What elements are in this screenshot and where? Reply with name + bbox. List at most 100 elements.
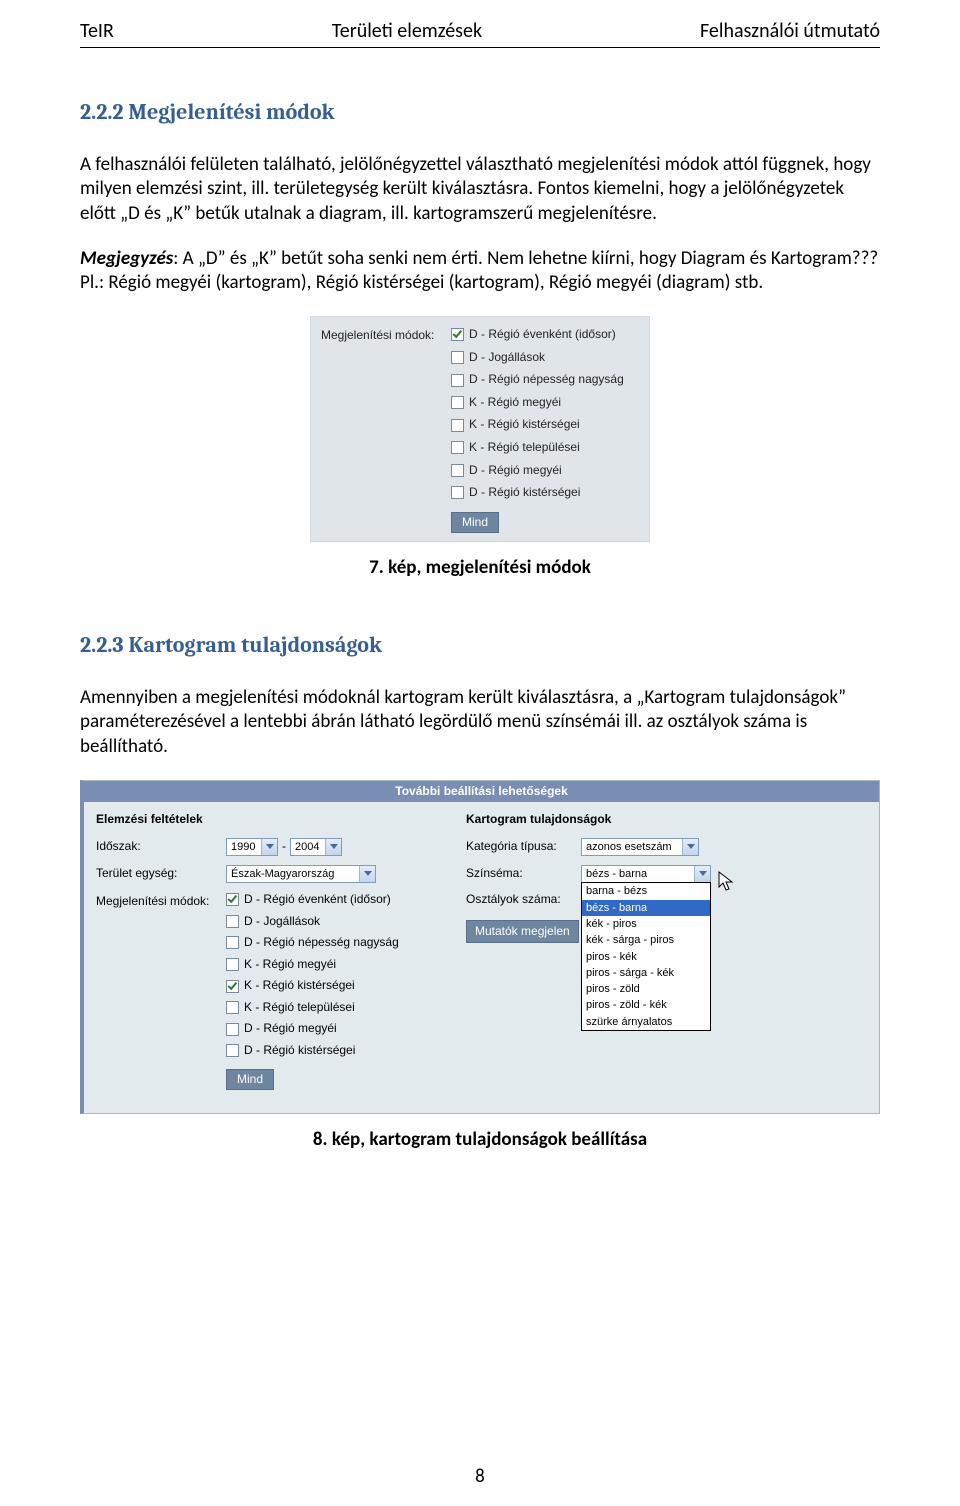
display-mode-option[interactable]: K - Régió megyéi: [451, 395, 643, 411]
area-value: Észak-Magyarország: [231, 867, 334, 881]
checkbox-icon: [226, 915, 239, 928]
period-to-select[interactable]: 2004: [290, 838, 342, 856]
para-kartogram: Amennyiben a megjelenítési módoknál kart…: [80, 686, 880, 760]
display-mode-option[interactable]: D - Régió népesség nagyság: [226, 935, 399, 951]
category-select[interactable]: azonos esetszám: [581, 838, 699, 856]
chevron-down-icon: [694, 866, 710, 882]
period-from-select[interactable]: 1990: [226, 838, 278, 856]
display-mode-option[interactable]: D - Régió kistérségei: [451, 485, 643, 501]
scheme-option[interactable]: barna - bézs: [582, 883, 710, 899]
page-header: TeIR Területi elemzések Felhasználói útm…: [80, 18, 880, 46]
display-mode-label: D - Régió kistérségei: [469, 485, 580, 501]
display-mode-option[interactable]: D - Régió népesség nagyság: [451, 372, 643, 388]
display-mode-option[interactable]: K - Régió megyéi: [226, 957, 399, 973]
show-indicators-button[interactable]: Mutatók megjelen: [466, 920, 579, 944]
scheme-dropdown-list[interactable]: barna - bézsbézs - barnakék - piroskék -…: [581, 882, 711, 1031]
comment-label: Megjegyzés: [80, 247, 173, 270]
chevron-down-icon: [261, 839, 277, 855]
scheme-label: Színséma:: [466, 866, 581, 882]
display-mode-label: K - Régió megyéi: [469, 395, 561, 411]
display-mode-option[interactable]: D - Régió megyéi: [226, 1021, 399, 1037]
display-mode-option[interactable]: K - Régió kistérségei: [451, 417, 643, 433]
select-all-button[interactable]: Mind: [451, 512, 499, 534]
checkbox-icon: [226, 1044, 239, 1057]
display-mode-option[interactable]: K - Régió kistérségei: [226, 978, 399, 994]
period-from-value: 1990: [231, 840, 255, 854]
modes-label: Megjelenítési módok:: [96, 892, 226, 910]
fig1-label: Megjelenítési módok:: [321, 327, 451, 344]
scheme-option[interactable]: kék - piros: [582, 916, 710, 932]
checkbox-icon: [226, 893, 239, 906]
header-divider: [80, 47, 880, 48]
figure2-caption: 8. kép, kartogram tulajdonságok beállítá…: [80, 1128, 880, 1153]
display-mode-label: K - Régió települései: [244, 1000, 355, 1016]
heading-2-2-2: 2.2.2 Megjelenítési módok: [80, 98, 880, 127]
display-mode-option[interactable]: D - Régió évenként (idősor): [451, 327, 643, 343]
display-mode-label: D - Régió népesség nagyság: [244, 935, 399, 951]
display-mode-option[interactable]: D - Jogállások: [451, 350, 643, 366]
figure-settings-panel: További beállítási lehetőségek Elemzési …: [80, 780, 880, 1115]
left-heading: Elemzési feltételek: [96, 812, 466, 828]
checkbox-icon: [451, 328, 464, 341]
figure1-caption: 7. kép, megjelenítési módok: [80, 556, 880, 581]
scheme-option[interactable]: szürke árnyalatos: [582, 1014, 710, 1030]
fig2-title: További beállítási lehetőségek: [84, 781, 879, 803]
area-label: Terület egység:: [96, 866, 226, 882]
checkbox-icon: [451, 351, 464, 364]
checkbox-icon: [451, 374, 464, 387]
para-display-modes: A felhasználói felületen található, jelö…: [80, 153, 880, 227]
figure-display-modes-panel: Megjelenítési módok: D - Régió évenként …: [310, 316, 650, 542]
scheme-option[interactable]: piros - zöld - kék: [582, 997, 710, 1013]
scheme-option[interactable]: bézs - barna: [582, 900, 710, 916]
checkbox-icon: [451, 464, 464, 477]
checkbox-icon: [451, 486, 464, 499]
display-mode-label: K - Régió megyéi: [244, 957, 336, 973]
period-label: Időszak:: [96, 839, 226, 855]
display-mode-label: D - Régió népesség nagyság: [469, 372, 624, 388]
scheme-option[interactable]: piros - kék: [582, 949, 710, 965]
display-mode-label: D - Régió megyéi: [244, 1021, 337, 1037]
page-number: 8: [0, 1465, 960, 1490]
select-all-button[interactable]: Mind: [226, 1069, 274, 1091]
checkbox-icon: [451, 396, 464, 409]
display-mode-label: K - Régió települései: [469, 440, 580, 456]
right-heading: Kartogram tulajdonságok: [466, 812, 869, 828]
display-mode-option[interactable]: K - Régió települései: [451, 440, 643, 456]
checkbox-icon: [226, 1023, 239, 1036]
checkbox-icon: [226, 958, 239, 971]
checkbox-icon: [451, 419, 464, 432]
checkbox-icon: [226, 936, 239, 949]
scheme-select[interactable]: bézs - barna: [581, 865, 711, 883]
display-mode-option[interactable]: D - Jogállások: [226, 914, 399, 930]
display-mode-label: D - Régió évenként (idősor): [244, 892, 391, 908]
display-mode-label: D - Jogállások: [244, 914, 320, 930]
category-value: azonos esetszám: [586, 840, 672, 854]
comment-text: : A „D” és „K” betűt soha senki nem érti…: [80, 247, 878, 295]
display-mode-label: K - Régió kistérségei: [244, 978, 355, 994]
chevron-down-icon: [682, 839, 698, 855]
display-mode-label: D - Régió megyéi: [469, 463, 562, 479]
period-to-value: 2004: [295, 840, 319, 854]
display-mode-label: D - Régió kistérségei: [244, 1043, 355, 1059]
display-mode-option[interactable]: D - Régió kistérségei: [226, 1043, 399, 1059]
scheme-option[interactable]: piros - sárga - kék: [582, 965, 710, 981]
display-mode-option[interactable]: D - Régió megyéi: [451, 463, 643, 479]
period-dash: -: [282, 839, 286, 855]
checkbox-icon: [226, 1001, 239, 1014]
display-mode-label: K - Régió kistérségei: [469, 417, 580, 433]
category-label: Kategória típusa:: [466, 839, 581, 855]
chevron-down-icon: [325, 839, 341, 855]
header-right: Felhasználói útmutató: [700, 18, 880, 44]
heading-2-2-3: 2.2.3 Kartogram tulajdonságok: [80, 631, 880, 660]
display-mode-option[interactable]: D - Régió évenként (idősor): [226, 892, 399, 908]
scheme-option[interactable]: kék - sárga - piros: [582, 932, 710, 948]
comment-para: Megjegyzés: A „D” és „K” betűt soha senk…: [80, 247, 880, 296]
checkbox-icon: [226, 980, 239, 993]
checkbox-icon: [451, 441, 464, 454]
display-mode-label: D - Jogállások: [469, 350, 545, 366]
scheme-option[interactable]: piros - zöld: [582, 981, 710, 997]
chevron-down-icon: [359, 866, 375, 882]
display-mode-option[interactable]: K - Régió települései: [226, 1000, 399, 1016]
area-select[interactable]: Észak-Magyarország: [226, 865, 376, 883]
header-center: Területi elemzések: [332, 18, 482, 44]
